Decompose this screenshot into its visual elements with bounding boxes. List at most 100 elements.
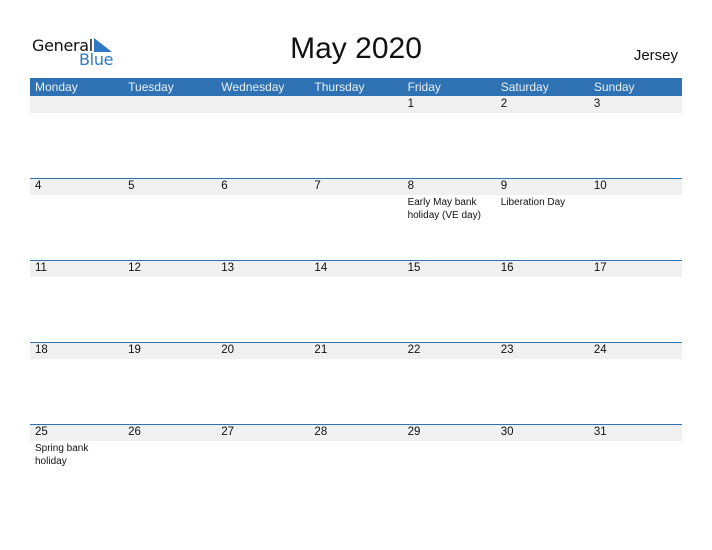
day-number: 22	[407, 344, 421, 356]
day-number-band: 18 19 20 21 22 23 24	[30, 342, 682, 359]
day-number	[30, 96, 123, 113]
day-number: 11	[35, 262, 47, 274]
day-number: 17	[593, 262, 607, 274]
day-number: 14	[314, 262, 328, 274]
day-number: 19	[128, 344, 141, 356]
holiday-event	[30, 277, 123, 278]
day-number-band: 1 2 3	[30, 96, 682, 113]
weekday-friday: Friday	[407, 80, 441, 94]
day-number	[216, 96, 309, 113]
events-row	[30, 277, 682, 278]
day-number: 30	[500, 426, 514, 438]
day-number: 26	[128, 426, 141, 438]
day-number	[123, 96, 216, 113]
day-number: 7	[314, 180, 321, 192]
events-row	[30, 113, 682, 114]
day-number-band: 11 12 13 14 15 16 17	[30, 260, 682, 277]
holiday-event	[123, 359, 216, 360]
day-number: 29	[407, 426, 421, 438]
weekday-tuesday: Tuesday	[128, 80, 174, 94]
week-divider	[30, 342, 682, 343]
day-number: 4	[35, 180, 42, 192]
day-number: 27	[221, 426, 235, 438]
weekday-wednesday: Wednesday	[221, 80, 285, 94]
holiday-event	[589, 441, 682, 468]
holiday-event	[496, 359, 589, 360]
events-row	[30, 359, 682, 360]
holiday-event	[403, 113, 496, 114]
day-number: 10	[593, 180, 607, 192]
holiday-event	[496, 277, 589, 278]
holiday-event: Spring bank holiday	[35, 443, 89, 467]
holiday-event: Liberation Day	[500, 197, 566, 208]
holiday-event	[309, 113, 402, 114]
holiday-event	[496, 113, 589, 114]
day-number: 28	[314, 426, 328, 438]
weekday-monday: Monday	[35, 80, 78, 94]
day-number: 9	[500, 180, 508, 192]
holiday-event	[589, 359, 682, 360]
weekday-header: Monday Tuesday Wednesday Thursday Friday…	[30, 78, 682, 96]
week-divider	[30, 178, 682, 179]
week-row: 11 12 13 14 15 16 17	[30, 260, 682, 341]
day-number-band: 4 5 6 7 8 9 10	[30, 178, 682, 195]
holiday-event	[30, 113, 123, 114]
day-number: 31	[593, 426, 607, 438]
week-row: 18 19 20 21 22 23 24	[30, 342, 682, 423]
holiday-event	[123, 113, 216, 114]
day-number	[309, 96, 402, 113]
day-number: 13	[221, 262, 235, 274]
holiday-event	[403, 359, 496, 360]
day-number: 16	[500, 262, 514, 274]
holiday-event	[123, 441, 216, 468]
holiday-event	[30, 195, 123, 222]
events-row: Spring bank holiday	[30, 441, 682, 468]
day-number: 18	[35, 344, 48, 356]
day-number: 12	[128, 262, 141, 274]
weekday-saturday: Saturday	[500, 80, 549, 94]
day-number: 23	[500, 344, 514, 356]
holiday-event	[589, 277, 682, 278]
day-number: 8	[407, 180, 414, 192]
holiday-event	[216, 441, 309, 468]
holiday-event	[309, 359, 402, 360]
day-number: 20	[221, 344, 235, 356]
holiday-event	[309, 195, 402, 222]
country-label: Jersey	[633, 47, 678, 64]
day-number: 3	[593, 98, 601, 110]
calendar-title: May 2020	[290, 32, 422, 65]
holiday-event: Early May bank holiday (VE day)	[407, 197, 481, 221]
holiday-event	[216, 195, 309, 222]
holiday-event	[403, 277, 496, 278]
day-number-band: 25 26 27 28 29 30 31	[30, 424, 682, 441]
holiday-event	[309, 441, 402, 468]
holiday-event	[216, 277, 309, 278]
day-number: 21	[314, 344, 328, 356]
events-row: Early May bank holiday (VE day) Liberatio…	[30, 195, 682, 222]
day-number: 1	[407, 98, 414, 110]
day-number: 25	[35, 426, 48, 438]
holiday-event	[589, 113, 682, 114]
day-number: 2	[500, 98, 508, 110]
holiday-event	[123, 277, 216, 278]
day-number: 24	[593, 344, 607, 356]
week-row: 4 5 6 7 8 9 10 Early May bank holiday (VE day) L…	[30, 178, 682, 259]
holiday-event	[30, 359, 123, 360]
holiday-event	[216, 359, 309, 360]
weekday-sunday: Sunday	[593, 80, 635, 94]
holiday-event	[216, 113, 309, 114]
week-divider	[30, 424, 682, 425]
calendar-grid: Monday Tuesday Wednesday Thursday Friday…	[30, 78, 682, 505]
holiday-event	[309, 277, 402, 278]
weeks-container: 1 2 3 4 5 6 7 8 9 10 Early May bank holiday (VE da…	[30, 96, 682, 505]
holiday-event	[403, 441, 496, 468]
week-row: 1 2 3	[30, 96, 682, 177]
day-number: 15	[407, 262, 421, 274]
day-number: 6	[221, 180, 228, 192]
week-divider	[30, 260, 682, 261]
day-number: 5	[128, 180, 135, 192]
weekday-thursday: Thursday	[314, 80, 365, 94]
holiday-event	[496, 441, 589, 468]
holiday-event	[589, 195, 682, 222]
holiday-event	[123, 195, 216, 222]
